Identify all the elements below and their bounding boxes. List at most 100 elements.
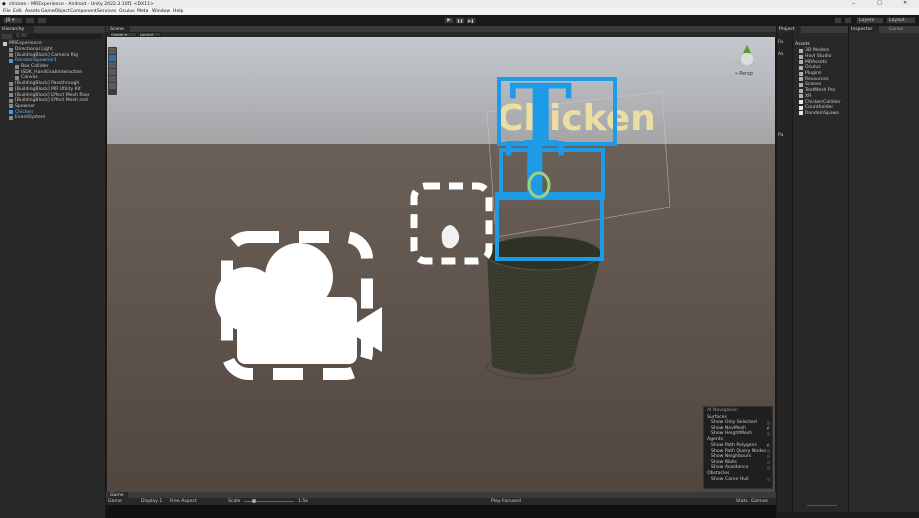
layers-dropdown[interactable]: Layers bbox=[856, 17, 884, 24]
folder-icon bbox=[799, 71, 803, 76]
maximize-button[interactable]: □ bbox=[877, 1, 882, 6]
menu-services[interactable]: Services bbox=[97, 9, 116, 14]
project-panel: Project Fa As Pa Assets 3D Models Hovl St… bbox=[777, 26, 848, 512]
hierarchy-panel: Hierarchy Q All MRExperience Directional … bbox=[0, 26, 105, 518]
search-icon[interactable] bbox=[844, 17, 852, 24]
assets-node[interactable]: As bbox=[778, 52, 784, 57]
folder-icon bbox=[799, 82, 803, 87]
pause-button[interactable]: ❚❚ bbox=[455, 17, 465, 24]
gameobject-icon bbox=[9, 93, 13, 98]
menu-edit[interactable]: Edit bbox=[13, 9, 22, 14]
packages-node[interactable]: Pa bbox=[778, 133, 783, 138]
favorites-node[interactable]: Fa bbox=[778, 40, 783, 45]
scale-label: Scale bbox=[228, 499, 241, 504]
rect-tool-icon[interactable] bbox=[109, 76, 116, 82]
nav-checkbox[interactable] bbox=[766, 477, 770, 482]
scene-render: Chicken T T ←Persp bbox=[107, 37, 775, 492]
nav-checkbox[interactable] bbox=[766, 421, 770, 425]
menu-component[interactable]: Component bbox=[70, 9, 97, 14]
layout-dropdown[interactable]: Layout bbox=[886, 17, 916, 24]
tab-project[interactable]: Project bbox=[777, 26, 801, 33]
nav-option: Show HeightMesh bbox=[704, 431, 772, 437]
folder-icon bbox=[799, 48, 803, 53]
hierarchy-item[interactable]: EventSystem bbox=[0, 115, 105, 121]
stats-button[interactable]: Stats bbox=[736, 499, 748, 504]
folder-icon bbox=[799, 65, 803, 70]
tab-inspector[interactable]: Inspector bbox=[849, 26, 879, 33]
account-dropdown[interactable]: JB ▾ bbox=[3, 17, 23, 24]
gameobject-icon bbox=[15, 70, 19, 75]
menu-window[interactable]: Window bbox=[152, 9, 170, 14]
scene-viewport[interactable]: Chicken T T ←Persp AI Navigation Surface… bbox=[107, 37, 775, 492]
inspector-tab-bar: Inspector Conso bbox=[849, 26, 919, 33]
game-view-dropdown[interactable]: Game bbox=[108, 499, 122, 504]
menu-oculus[interactable]: Oculus bbox=[119, 9, 135, 14]
scale-tool-icon[interactable] bbox=[109, 69, 116, 75]
hierarchy-search-input[interactable]: Q All bbox=[14, 34, 102, 39]
folder-icon bbox=[799, 77, 803, 82]
project-asset-list: 3D Models Hovl Studio MRAssets Oculus Plugin… bbox=[799, 48, 847, 116]
play-button[interactable]: ▶ bbox=[444, 17, 454, 24]
project-asset-item[interactable]: RandomSpawn bbox=[799, 111, 847, 117]
svg-text:T: T bbox=[505, 124, 565, 218]
unity-logo-icon: ◆ bbox=[2, 0, 6, 7]
add-button[interactable] bbox=[2, 34, 12, 39]
rotate-tool-icon[interactable] bbox=[109, 62, 116, 68]
title-bar: ◆ chicken - MRExperience - Android - Uni… bbox=[0, 0, 919, 8]
scene-icon bbox=[3, 41, 7, 46]
nav-checkbox[interactable]: ✓ bbox=[766, 426, 770, 431]
cloud-icon[interactable] bbox=[25, 17, 35, 24]
menu-gameobject[interactable]: GameObject bbox=[41, 9, 70, 14]
ai-navigation-overlay: AI Navigation Surfaces Show Only Selected… bbox=[703, 406, 773, 489]
prefab-icon bbox=[9, 58, 13, 63]
gameobject-icon bbox=[9, 47, 13, 52]
skybox bbox=[107, 37, 775, 145]
scale-slider-handle[interactable] bbox=[252, 499, 256, 503]
aspect-dropdown[interactable]: Free Aspect bbox=[170, 499, 197, 504]
nav-checkbox[interactable] bbox=[766, 466, 770, 470]
gameobject-icon bbox=[9, 53, 13, 58]
collab-icon[interactable] bbox=[37, 17, 47, 24]
nav-checkbox[interactable] bbox=[766, 454, 770, 459]
menu-bar: File Edit Assets GameObject Component Se… bbox=[0, 8, 919, 15]
display-dropdown[interactable]: Display 1 bbox=[141, 499, 162, 504]
hand-tool-icon[interactable] bbox=[109, 48, 116, 54]
game-panel: Game Game Display 1 Free Aspect Scale 1.… bbox=[106, 492, 776, 505]
nav-checkbox[interactable] bbox=[766, 432, 770, 436]
close-button[interactable]: ✕ bbox=[903, 1, 907, 6]
folder-icon bbox=[799, 60, 803, 65]
history-icon[interactable] bbox=[834, 17, 842, 24]
play-focused-dropdown[interactable]: Play Focused bbox=[491, 499, 521, 504]
nav-checkbox[interactable] bbox=[766, 460, 770, 465]
project-tab-bar: Project bbox=[777, 26, 848, 33]
icon-size-slider[interactable] bbox=[807, 505, 837, 506]
ai-navigation-title: AI Navigation bbox=[707, 408, 738, 413]
move-tool-icon[interactable] bbox=[109, 55, 116, 61]
transform-tool-icon[interactable] bbox=[109, 83, 116, 89]
hierarchy-tab-bar: Hierarchy bbox=[0, 26, 105, 33]
gizmos-dropdown[interactable]: Gizmos bbox=[751, 499, 768, 504]
svg-text:←Persp: ←Persp bbox=[735, 71, 753, 77]
scene-tab-bar: Scene Center ▾ Local ▾ bbox=[106, 26, 776, 47]
menu-meta[interactable]: Meta bbox=[137, 9, 148, 14]
menu-help[interactable]: Help bbox=[173, 9, 183, 14]
tab-console[interactable]: Conso bbox=[889, 27, 903, 32]
game-toolbar: Game Display 1 Free Aspect Scale 1.5x Pl… bbox=[106, 498, 776, 505]
scale-slider[interactable] bbox=[244, 499, 294, 503]
assets-breadcrumb[interactable]: Assets bbox=[795, 42, 810, 47]
nav-option: Show Avoidance bbox=[704, 465, 772, 471]
scale-value: 1.5x bbox=[298, 499, 309, 504]
step-button[interactable]: ▶❚ bbox=[466, 17, 476, 24]
hierarchy-list: MRExperience Directional Light [BuildingBl… bbox=[0, 41, 105, 121]
menu-assets[interactable]: Assets bbox=[25, 9, 40, 14]
tab-hierarchy[interactable]: Hierarchy bbox=[0, 26, 34, 33]
nav-checkbox[interactable]: ✓ bbox=[766, 443, 770, 448]
prefab-icon bbox=[9, 110, 13, 115]
game-viewport[interactable] bbox=[106, 505, 776, 518]
nav-checkbox[interactable] bbox=[766, 449, 770, 453]
minimize-button[interactable]: – bbox=[852, 1, 855, 7]
inspector-panel: Inspector Conso bbox=[849, 26, 919, 512]
menu-file[interactable]: File bbox=[3, 9, 11, 14]
gameobject-icon bbox=[9, 87, 13, 92]
main-toolbar: JB ▾ ▶ ❚❚ ▶❚ Layers Layout bbox=[0, 15, 919, 26]
